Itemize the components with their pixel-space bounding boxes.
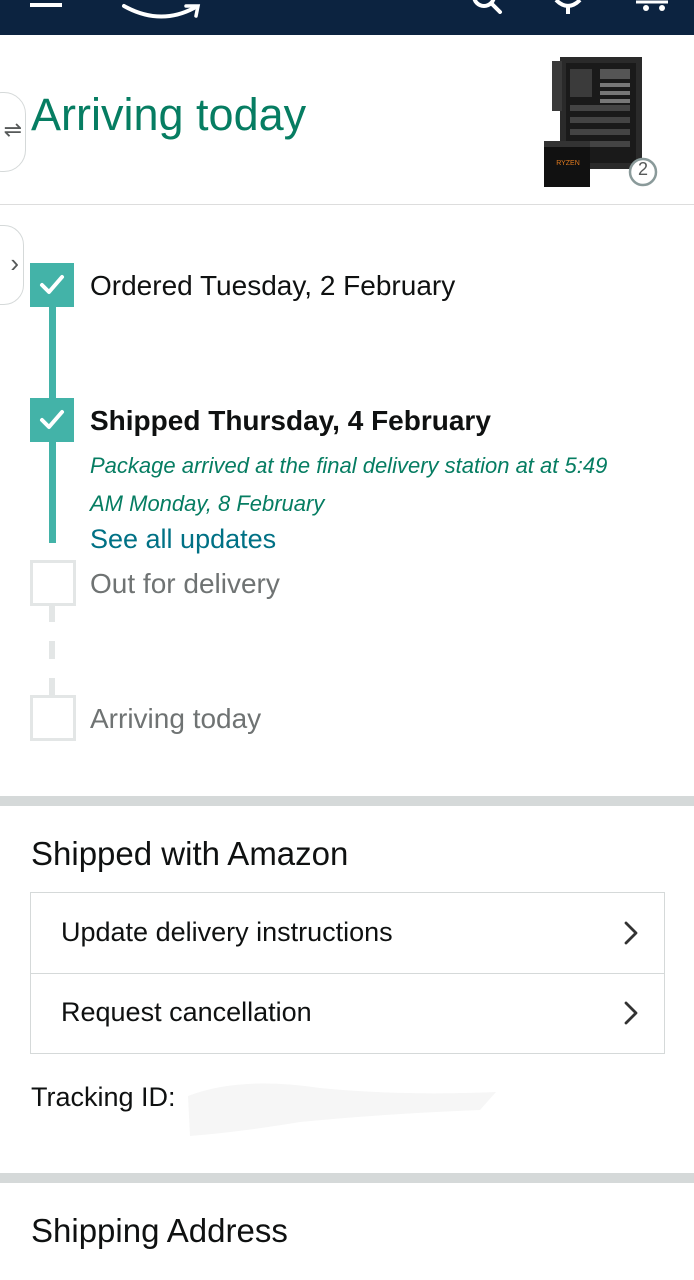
menu-icon[interactable]: [30, 0, 62, 10]
cart-icon[interactable]: [634, 0, 674, 14]
order-tracking-page: ⇌ Arriving today RYZEN 2 › Ordered Tuesd…: [0, 0, 694, 1280]
request-cancellation-label: Request cancellation: [61, 997, 312, 1027]
step-arriving-check: [30, 695, 76, 741]
see-all-updates-link[interactable]: See all updates: [90, 524, 276, 555]
amazon-smile-logo[interactable]: [120, 0, 204, 22]
step-ordered-check: [30, 263, 74, 307]
step-arriving-label: Arriving today: [90, 703, 262, 734]
step-out-for-delivery-label: Out for delivery: [90, 568, 280, 599]
request-cancellation-row[interactable]: Request cancellation: [31, 973, 664, 1053]
section-divider: [0, 796, 694, 806]
item-count-badge: 2: [637, 159, 648, 179]
update-delivery-instructions-row[interactable]: Update delivery instructions: [31, 893, 664, 974]
shipped-with-title: Shipped with Amazon: [31, 835, 349, 872]
chevron-right-icon: [624, 1001, 638, 1025]
location-icon[interactable]: [550, 0, 586, 14]
step-shipped-check: [30, 398, 74, 442]
step-shipped-label: Shipped Thursday, 4 February: [90, 405, 491, 436]
chevron-right-icon: ›: [10, 248, 19, 278]
swap-icon: ⇌: [3, 117, 22, 142]
shipping-address-title: Shipping Address: [31, 1212, 288, 1249]
checkmark-icon: [40, 410, 64, 429]
chevron-right-icon: [624, 921, 638, 945]
search-icon[interactable]: [470, 0, 506, 14]
update-delivery-instructions-label: Update delivery instructions: [61, 917, 393, 947]
tracking-id-redacted: [188, 1083, 496, 1136]
step-out-for-delivery-check: [30, 560, 76, 606]
delivery-actions-list: Update delivery instructions Request can…: [30, 892, 665, 1054]
checkmark-icon: [40, 275, 64, 294]
timeline-pending-line: [49, 604, 55, 696]
top-navigation-bar: [0, 0, 694, 35]
step-shipped-detail-line1: Package arrived at the final delivery st…: [90, 453, 608, 478]
delivery-status-header: ⇌ Arriving today RYZEN 2: [0, 35, 694, 205]
section-divider: [0, 1173, 694, 1183]
arriving-title: Arriving today: [31, 89, 307, 140]
step-shipped-detail-line2: AM Monday, 8 February: [90, 491, 325, 516]
step-ordered-label: Ordered Tuesday, 2 February: [90, 270, 456, 301]
swap-order-tab[interactable]: ⇌: [0, 92, 26, 172]
tracking-id-label: Tracking ID:: [31, 1082, 176, 1112]
expand-side-tab[interactable]: ›: [0, 225, 24, 305]
svg-text:RYZEN: RYZEN: [556, 160, 580, 167]
